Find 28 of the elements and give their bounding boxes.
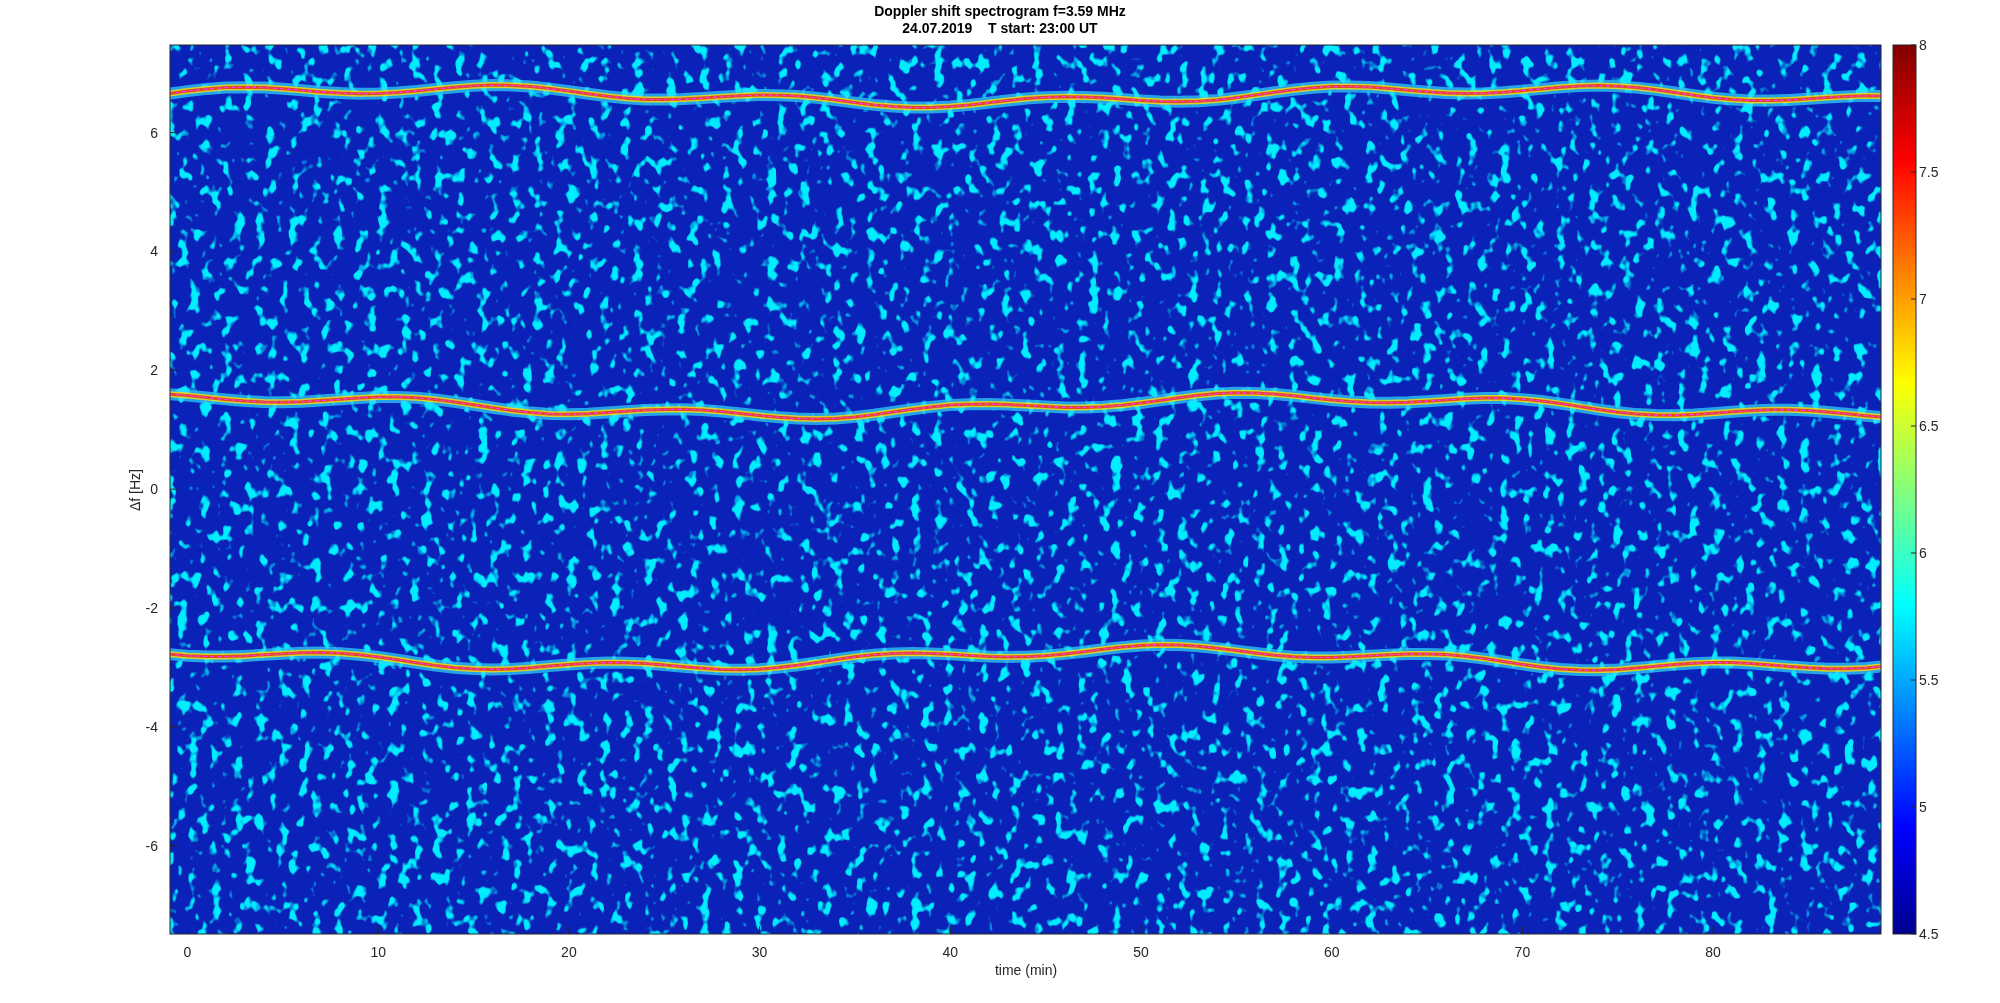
x-tick-label: 30 — [751, 944, 768, 960]
y-tick-label: -4 — [145, 718, 158, 735]
x-tick-label: 10 — [370, 944, 386, 960]
y-tick-label: -6 — [145, 837, 158, 854]
colorbar-tick-label: 5 — [1919, 799, 1927, 815]
colorbar-tick-label: 5.5 — [1919, 672, 1939, 688]
colorbar-tick-label: 4.5 — [1919, 926, 1939, 942]
x-tick-label: 20 — [561, 944, 577, 960]
x-axis-label: time (min) — [994, 962, 1058, 978]
colorbar-tick-label: 6.5 — [1919, 418, 1939, 434]
colorbar-tick-label: 7.5 — [1919, 164, 1939, 180]
y-tick-label: 0 — [150, 481, 158, 498]
y-axis-label: Δf [Hz] — [127, 469, 143, 511]
y-tick-label: 6 — [150, 124, 158, 141]
y-tick-label: -2 — [145, 600, 158, 616]
x-tick-label: 50 — [1133, 944, 1149, 960]
x-tick-label: 40 — [942, 944, 959, 960]
chart-title: 24.07.2019 T start: 23:00 UT — [902, 20, 1098, 36]
colorbar-tick-label: 8 — [1919, 37, 1927, 53]
y-tick-label: 4 — [150, 243, 158, 260]
x-tick-label: 0 — [183, 944, 192, 960]
colorbar-tick-label: 7 — [1919, 291, 1927, 307]
y-tick-label: 2 — [150, 362, 158, 379]
x-tick-label: 60 — [1323, 944, 1340, 960]
x-tick-label: 70 — [1514, 944, 1531, 960]
colorbar-tick-label: 6 — [1919, 545, 1927, 561]
x-tick-label: 80 — [1705, 944, 1721, 960]
chart-title: Doppler shift spectrogram f=3.59 MHz — [874, 3, 1126, 19]
